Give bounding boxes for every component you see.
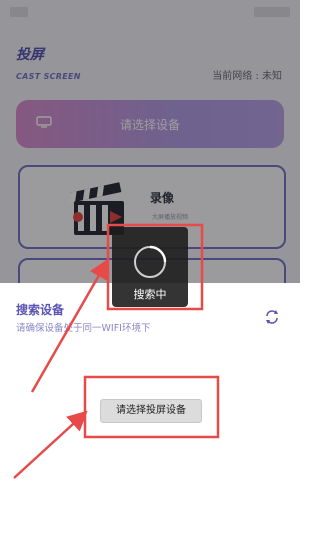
toast-label: 搜索中 <box>133 288 167 301</box>
spinner-icon <box>134 245 167 278</box>
sheet-hint: 请确保设备处于同一WIFI环境下 <box>16 323 151 334</box>
choose-cast-device-button[interactable]: 请选择投屏设备 <box>100 399 202 423</box>
refresh-icon[interactable] <box>264 309 280 325</box>
sheet-title: 搜索设备 <box>16 303 65 317</box>
cast-screen-app: 投屏 CAST SCREEN 当前网络 : 未知 请选择设备 录像 大屏播放视频 <box>0 0 300 533</box>
search-device-sheet: 搜索设备 请确保设备处于同一WIFI环境下 请选择投屏设备 <box>0 283 300 533</box>
searching-toast: 搜索中 <box>112 227 188 307</box>
